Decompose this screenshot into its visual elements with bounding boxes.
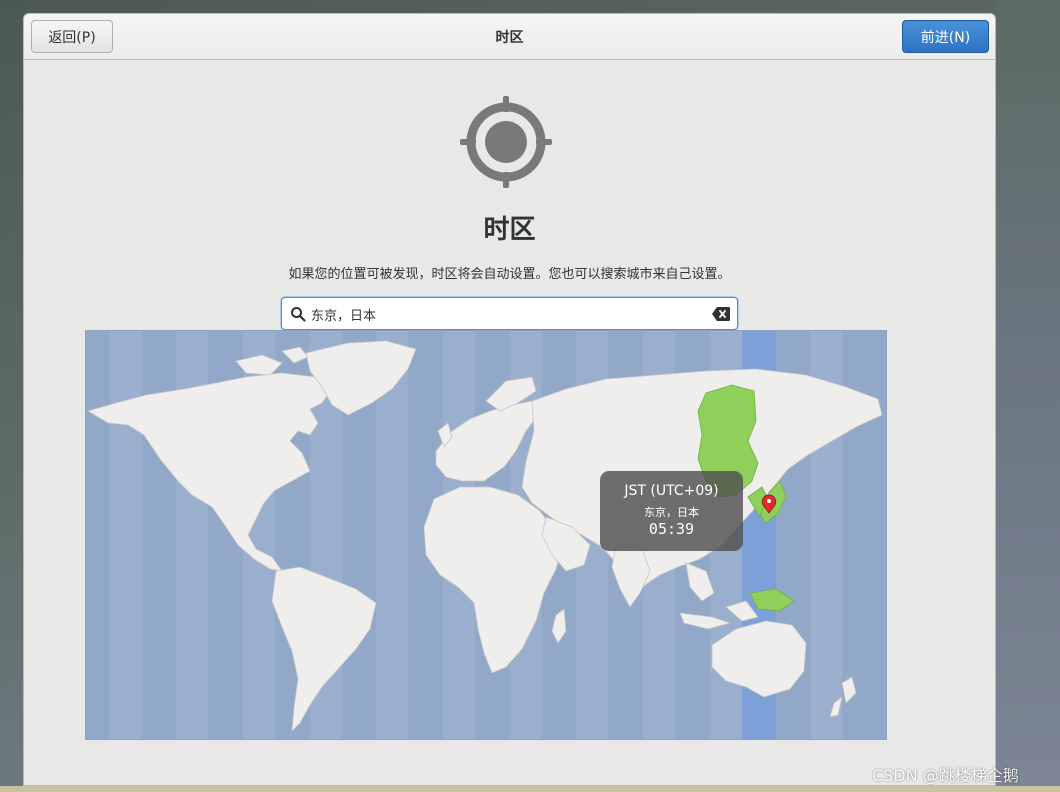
page-title: 时区	[483, 215, 536, 245]
desktop-panel-edge	[0, 786, 1060, 792]
search-input[interactable]	[311, 302, 701, 326]
timezone-city: 东京，日本	[644, 506, 699, 519]
back-button[interactable]: 返回(P)	[31, 20, 113, 53]
city-search-field[interactable]	[281, 297, 738, 330]
window-title: 时区	[495, 30, 524, 46]
header-bar: 时区 返回(P) 前进(N)	[24, 14, 995, 60]
watermark: CSDN @跳楼梯企鹅	[872, 766, 1019, 785]
clear-text-icon[interactable]	[712, 307, 730, 321]
timezone-time: 05:39	[648, 520, 695, 538]
timezone-tooltip: JST (UTC+09) 东京，日本 05:39	[600, 471, 743, 551]
timezone-abbreviation: JST (UTC+09)	[624, 483, 719, 499]
timezone-map[interactable]	[85, 330, 887, 740]
page-description: 如果您的位置可被发现，时区将会自动设置。您也可以搜索城市来自己设置。	[288, 267, 731, 282]
desktop-background	[996, 0, 1060, 792]
search-icon	[291, 307, 306, 322]
next-button[interactable]: 前进(N)	[902, 20, 989, 53]
location-target-icon	[460, 96, 552, 188]
